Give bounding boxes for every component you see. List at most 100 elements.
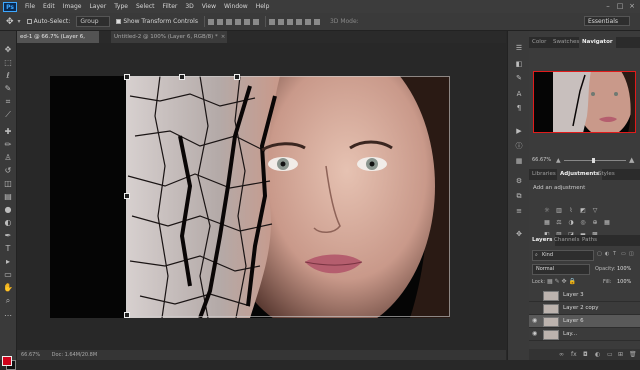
folder-icon[interactable]: ▭ (607, 351, 613, 358)
distribute-right-icon[interactable] (313, 18, 320, 25)
zoom-readout[interactable]: 66.67% (21, 352, 40, 358)
zoom-out-icon[interactable]: ▲ (556, 157, 561, 164)
fx-icon[interactable]: fx (571, 351, 577, 358)
tab-swatches[interactable]: Swatches (550, 37, 582, 48)
auto-select-target-dropdown[interactable]: Group (76, 16, 111, 27)
transform-handle[interactable] (234, 74, 240, 80)
mask-icon[interactable]: ◘ (583, 351, 588, 358)
align-right-icon[interactable] (252, 18, 259, 25)
align-center-icon[interactable] (243, 18, 250, 25)
tab-navigator[interactable]: Navigator (579, 37, 616, 48)
visibility-off-icon[interactable] (532, 305, 538, 311)
actions-icon[interactable]: ▶ (514, 126, 524, 136)
transform-handle[interactable] (124, 74, 130, 80)
info-icon[interactable]: ⓘ (514, 141, 524, 151)
align-top-icon[interactable] (207, 18, 214, 25)
distribute-middle-icon[interactable] (277, 18, 284, 25)
path-select-tool-icon[interactable]: ▸ (3, 257, 13, 267)
curves-icon[interactable]: ⌇ (567, 207, 575, 214)
layer-kind-filter[interactable]: ⌕ Kind (532, 250, 594, 261)
crop-tool-icon[interactable]: ⌗ (3, 97, 13, 107)
transform-handle[interactable] (124, 312, 130, 318)
distribute-top-icon[interactable] (268, 18, 275, 25)
tab-color[interactable]: Color (529, 37, 549, 48)
menu-3d[interactable]: 3D (185, 3, 193, 10)
black-white-icon[interactable]: ◑ (567, 219, 575, 226)
maximize-icon[interactable]: □ (616, 2, 624, 10)
tab-styles[interactable]: Styles (595, 169, 618, 180)
move-tool-icon[interactable]: ✥ (6, 17, 14, 27)
swatches-icon[interactable]: ▦ (514, 156, 524, 166)
blend-mode-dropdown[interactable]: Normal (532, 264, 590, 275)
link-icon[interactable]: ∞ (559, 351, 564, 358)
menu-window[interactable]: Window (224, 3, 248, 10)
navigator-thumbnail[interactable] (533, 71, 636, 133)
gradient-tool-icon[interactable]: ▤ (3, 192, 13, 202)
zoom-tool-icon[interactable]: ⌕ (3, 296, 13, 306)
tab-libraries[interactable]: Libraries (529, 169, 559, 180)
lock-icons[interactable]: ▦ ✎ ✥ 🔒 (547, 278, 576, 285)
layer-row[interactable]: ◉ Lay... (529, 328, 640, 341)
layer-name[interactable]: Layer 6 (563, 315, 584, 327)
eye-icon[interactable]: ◉ (532, 331, 538, 337)
brush-tool-icon[interactable]: ✏ (3, 140, 13, 150)
brightness-icon[interactable]: ☼ (543, 207, 551, 214)
exposure-icon[interactable]: ◩ (579, 207, 587, 214)
align-left-icon[interactable] (234, 18, 241, 25)
tab-paths[interactable]: Paths (579, 235, 600, 246)
adjustment-layer-icon[interactable]: ◐ (595, 351, 600, 358)
zoom-in-icon[interactable]: ▲ (629, 157, 634, 164)
color-lookup-icon[interactable]: ▦ (603, 219, 611, 226)
fill-value[interactable]: 100% (617, 279, 631, 285)
close-icon[interactable]: × (221, 34, 226, 40)
levels-icon[interactable]: ▥ (555, 207, 563, 214)
photo-filter-icon[interactable]: ◎ (579, 219, 587, 226)
menu-file[interactable]: File (25, 3, 35, 10)
chevron-down-icon[interactable]: ▾ (18, 18, 21, 25)
channel-mixer-icon[interactable]: ⊕ (591, 219, 599, 226)
adjustment-filter-icon[interactable]: ◐ (605, 251, 609, 257)
vibrance-icon[interactable]: ▽ (591, 207, 599, 214)
nav-zoom-value[interactable]: 66.67% (532, 157, 551, 163)
close-icon[interactable]: × (628, 2, 636, 10)
menu-help[interactable]: Help (256, 3, 270, 10)
layer-row-selected[interactable]: ◉ Layer 6 (529, 315, 640, 328)
align-bottom-icon[interactable] (225, 18, 232, 25)
pixel-filter-icon[interactable]: ▢ (597, 251, 602, 257)
document-canvas[interactable] (50, 76, 450, 318)
zoom-slider-thumb[interactable] (592, 158, 595, 163)
new-layer-icon[interactable]: ⊞ (618, 351, 623, 358)
layer-name[interactable]: Layer 2 copy (563, 302, 598, 314)
menu-filter[interactable]: Filter (163, 3, 178, 10)
smart-object-filter-icon[interactable]: ◫ (629, 251, 634, 257)
tool-presets-icon[interactable]: ⚙ (514, 176, 524, 186)
eye-icon[interactable]: ◉ (532, 318, 538, 324)
navigator-view-box[interactable] (533, 71, 636, 133)
menu-type[interactable]: Type (114, 3, 128, 10)
distribute-left-icon[interactable] (295, 18, 302, 25)
tab-document-2[interactable]: Untitled-2 @ 100% (Layer 6, RGB/8) * × (111, 31, 227, 43)
foreground-color-swatch[interactable] (2, 356, 12, 366)
character-icon[interactable]: A (514, 89, 524, 99)
type-tool-icon[interactable]: T (3, 244, 13, 254)
menu-select[interactable]: Select (136, 3, 155, 10)
move-tool-icon[interactable]: ✥ (3, 45, 13, 55)
history-icon[interactable]: ☰ (514, 43, 524, 53)
tab-channels[interactable]: Channels (551, 235, 582, 246)
show-transform-checkbox[interactable] (116, 19, 122, 24)
menu-edit[interactable]: Edit (43, 3, 55, 10)
shape-tool-icon[interactable]: ▭ (3, 270, 13, 280)
menu-view[interactable]: View (202, 3, 216, 10)
pen-tool-icon[interactable]: ✒ (3, 231, 13, 241)
properties-icon[interactable]: ◧ (514, 59, 524, 69)
menu-layer[interactable]: Layer (89, 3, 106, 10)
layer-row[interactable]: Layer 3 (529, 289, 640, 302)
history-brush-tool-icon[interactable]: ↺ (3, 166, 13, 176)
distribute-bottom-icon[interactable] (286, 18, 293, 25)
eyedropper-tool-icon[interactable]: ⟋ (3, 110, 13, 120)
brush-presets-icon[interactable]: ✎ (514, 73, 524, 83)
quick-select-tool-icon[interactable]: ✎ (3, 84, 13, 94)
more-tools-icon[interactable]: ⋯ (3, 311, 13, 321)
shape-filter-icon[interactable]: ▭ (621, 251, 626, 257)
menu-image[interactable]: Image (63, 3, 82, 10)
